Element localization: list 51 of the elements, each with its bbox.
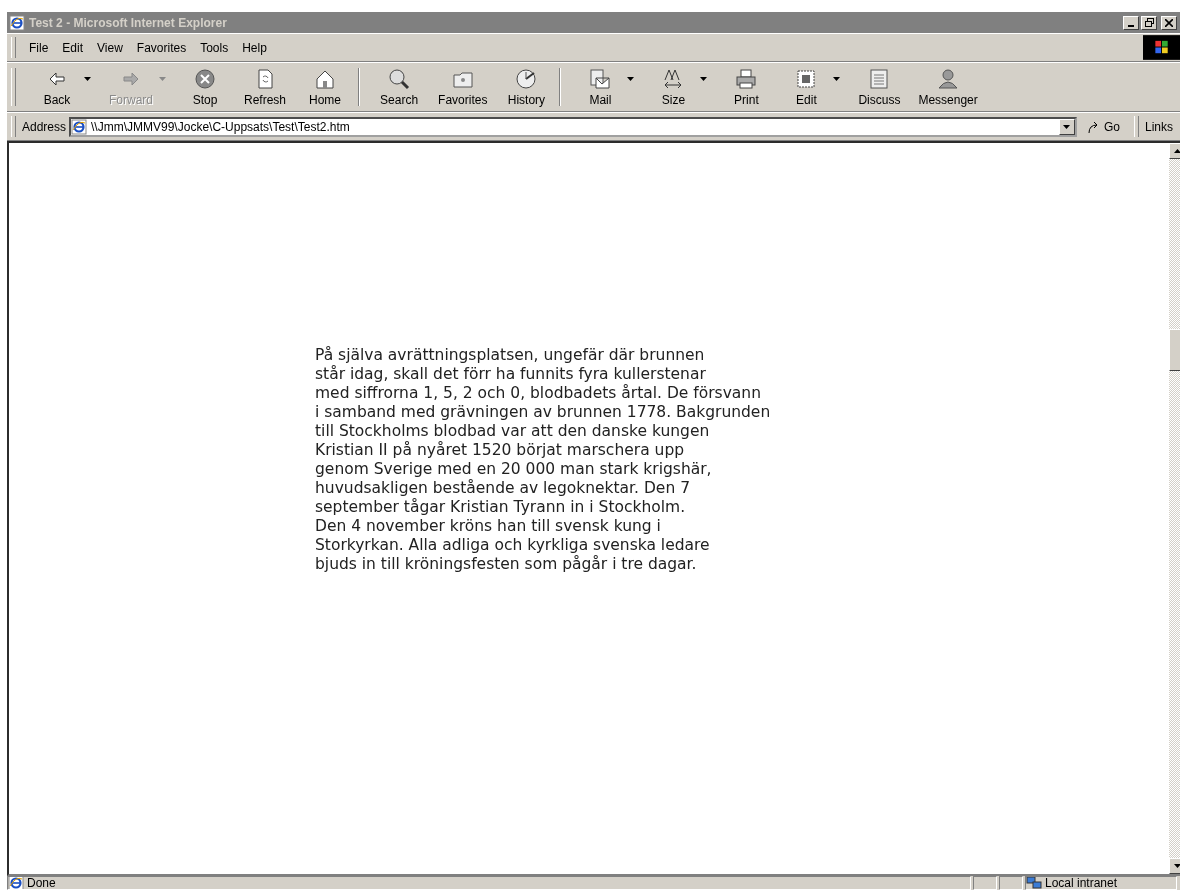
toolbar-button[interactable]: Mail — [575, 65, 626, 109]
toolbar-button[interactable]: Edit — [781, 65, 832, 109]
mail-icon — [589, 67, 612, 90]
print-icon — [735, 67, 758, 90]
links-button[interactable]: Links — [1145, 119, 1180, 134]
menu-item[interactable]: Edit — [55, 40, 91, 55]
menu-item[interactable]: Favorites — [129, 40, 194, 55]
toolbar-button[interactable]: History — [501, 65, 552, 109]
toolbar-button[interactable]: Refresh — [240, 65, 291, 109]
close-button[interactable] — [1161, 15, 1177, 30]
stop-icon — [194, 67, 216, 90]
discuss-icon — [868, 67, 891, 90]
toolbar-button[interactable]: Favorites — [434, 65, 492, 109]
address-label: Address — [22, 119, 67, 134]
toolbar-button[interactable]: Home — [300, 65, 351, 109]
paragraph: På själva avrättningsplatsen, ungefär där brunnen står idag, skall det förr ha funnits fyra kullerstenar med siffrorna 1, 5, 2 och 0, blodbadets årtal. De försvann i samband med grävningen av brunnen 1778. Bakgrunden till Stockholms blodbad var att den danske kungen Kristian II på nyåret 1520 börjat marschera upp genom Sverige med en 20 000 man stark krigshär, huvudsakligen bestående av legoknektar. Den 7 september tågar Kristian Tyrann in i Stockholm. Den 4 november kröns han till svensk kung i Storkyrkan. Alla adliga och kyrkliga svenska ledare bjuds in till kröningsfesten som pågår i tre dagar. — [315, 346, 772, 574]
menu-item[interactable]: Tools — [193, 40, 236, 55]
toolbar-button[interactable]: Size — [648, 65, 699, 109]
toolbar-button[interactable]: Messenger — [914, 65, 982, 109]
restore-button[interactable] — [1141, 15, 1157, 30]
history-icon — [515, 67, 538, 90]
minimize-icon — [1128, 24, 1134, 27]
toolbar-button[interactable]: Stop — [180, 65, 230, 109]
dropdown-button[interactable] — [1058, 118, 1075, 135]
menu-item[interactable]: View — [90, 40, 130, 55]
network-icon — [1026, 877, 1042, 889]
messenger-icon — [937, 67, 960, 90]
dropdown-arrow-icon[interactable] — [700, 77, 708, 81]
dropdown-arrow-icon[interactable] — [833, 77, 841, 81]
dropdown-arrow-icon[interactable] — [84, 77, 91, 81]
address-field[interactable]: \\Jmm\JMMV99\Jocke\C-Uppsats\Test\Test2.htm — [69, 116, 1077, 137]
menu-item[interactable]: File — [22, 40, 56, 55]
toolbar-button[interactable]: Search — [374, 65, 425, 109]
search-icon — [388, 67, 411, 90]
toolbar-button[interactable]: Print — [721, 65, 772, 109]
up-arrow-icon — [1173, 149, 1180, 153]
restore-icon — [1144, 18, 1154, 27]
window-title: Test 2 - Microsoft Internet Explorer — [29, 15, 228, 30]
zone-text: Local intranet — [1045, 877, 1118, 889]
page-icon — [71, 118, 88, 135]
menu-item[interactable]: Help — [235, 40, 274, 55]
toolbar-button[interactable]: Back — [32, 65, 82, 109]
windows-logo-icon — [1143, 34, 1180, 61]
status-text: Done — [27, 877, 56, 889]
go-button[interactable]: Go — [1076, 119, 1130, 134]
close-icon — [1165, 18, 1173, 27]
caret-icon — [1063, 124, 1071, 129]
dropdown-arrow-icon[interactable] — [627, 77, 635, 81]
minimize-button[interactable] — [1123, 15, 1139, 30]
down-arrow-icon — [1173, 864, 1180, 868]
toolbar-button[interactable]: Discuss — [854, 65, 905, 109]
